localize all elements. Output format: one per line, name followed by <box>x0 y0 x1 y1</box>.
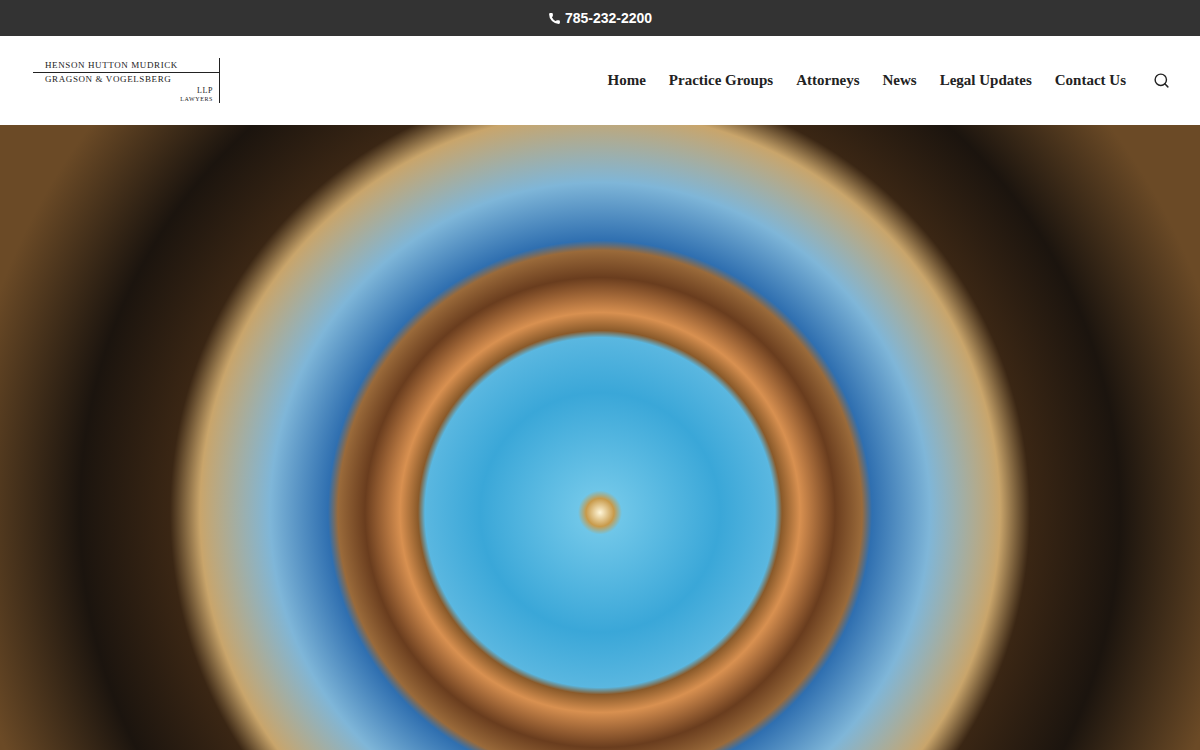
page: 785-232-2200 HENSON HUTTON MUDRICKGRAGSON… <box>0 0 1200 750</box>
header: HENSON HUTTON MUDRICKGRAGSON & VOGELSBER… <box>0 36 1200 125</box>
nav-link[interactable]: Legal Updates <box>940 72 1032 89</box>
nav-link[interactable]: Home <box>608 72 646 89</box>
logo-line: GRAGSON & VOGELSBERG <box>33 73 219 84</box>
main-nav: Home Practice Groups Attorneys News Legal Up… <box>608 72 1170 89</box>
nav-link[interactable]: News <box>882 72 916 89</box>
phone-number[interactable]: 785-232-2200 <box>565 10 652 26</box>
nav-link[interactable]: Contact Us <box>1055 72 1126 89</box>
nav-link[interactable]: Practice Groups <box>669 72 773 89</box>
top-bar: 785-232-2200 <box>0 0 1200 36</box>
search-icon <box>1153 72 1170 89</box>
logo-line: LAWYERS <box>33 95 219 103</box>
search-button[interactable] <box>1153 72 1170 89</box>
logo[interactable]: HENSON HUTTON MUDRICKGRAGSON & VOGELSBER… <box>33 58 220 102</box>
hero-photo <box>0 125 1200 750</box>
logo-line: LLP <box>33 85 219 95</box>
logo-line: HENSON HUTTON MUDRICK <box>33 60 219 73</box>
phone-icon <box>548 12 561 25</box>
nav-link[interactable]: Attorneys <box>796 72 859 89</box>
